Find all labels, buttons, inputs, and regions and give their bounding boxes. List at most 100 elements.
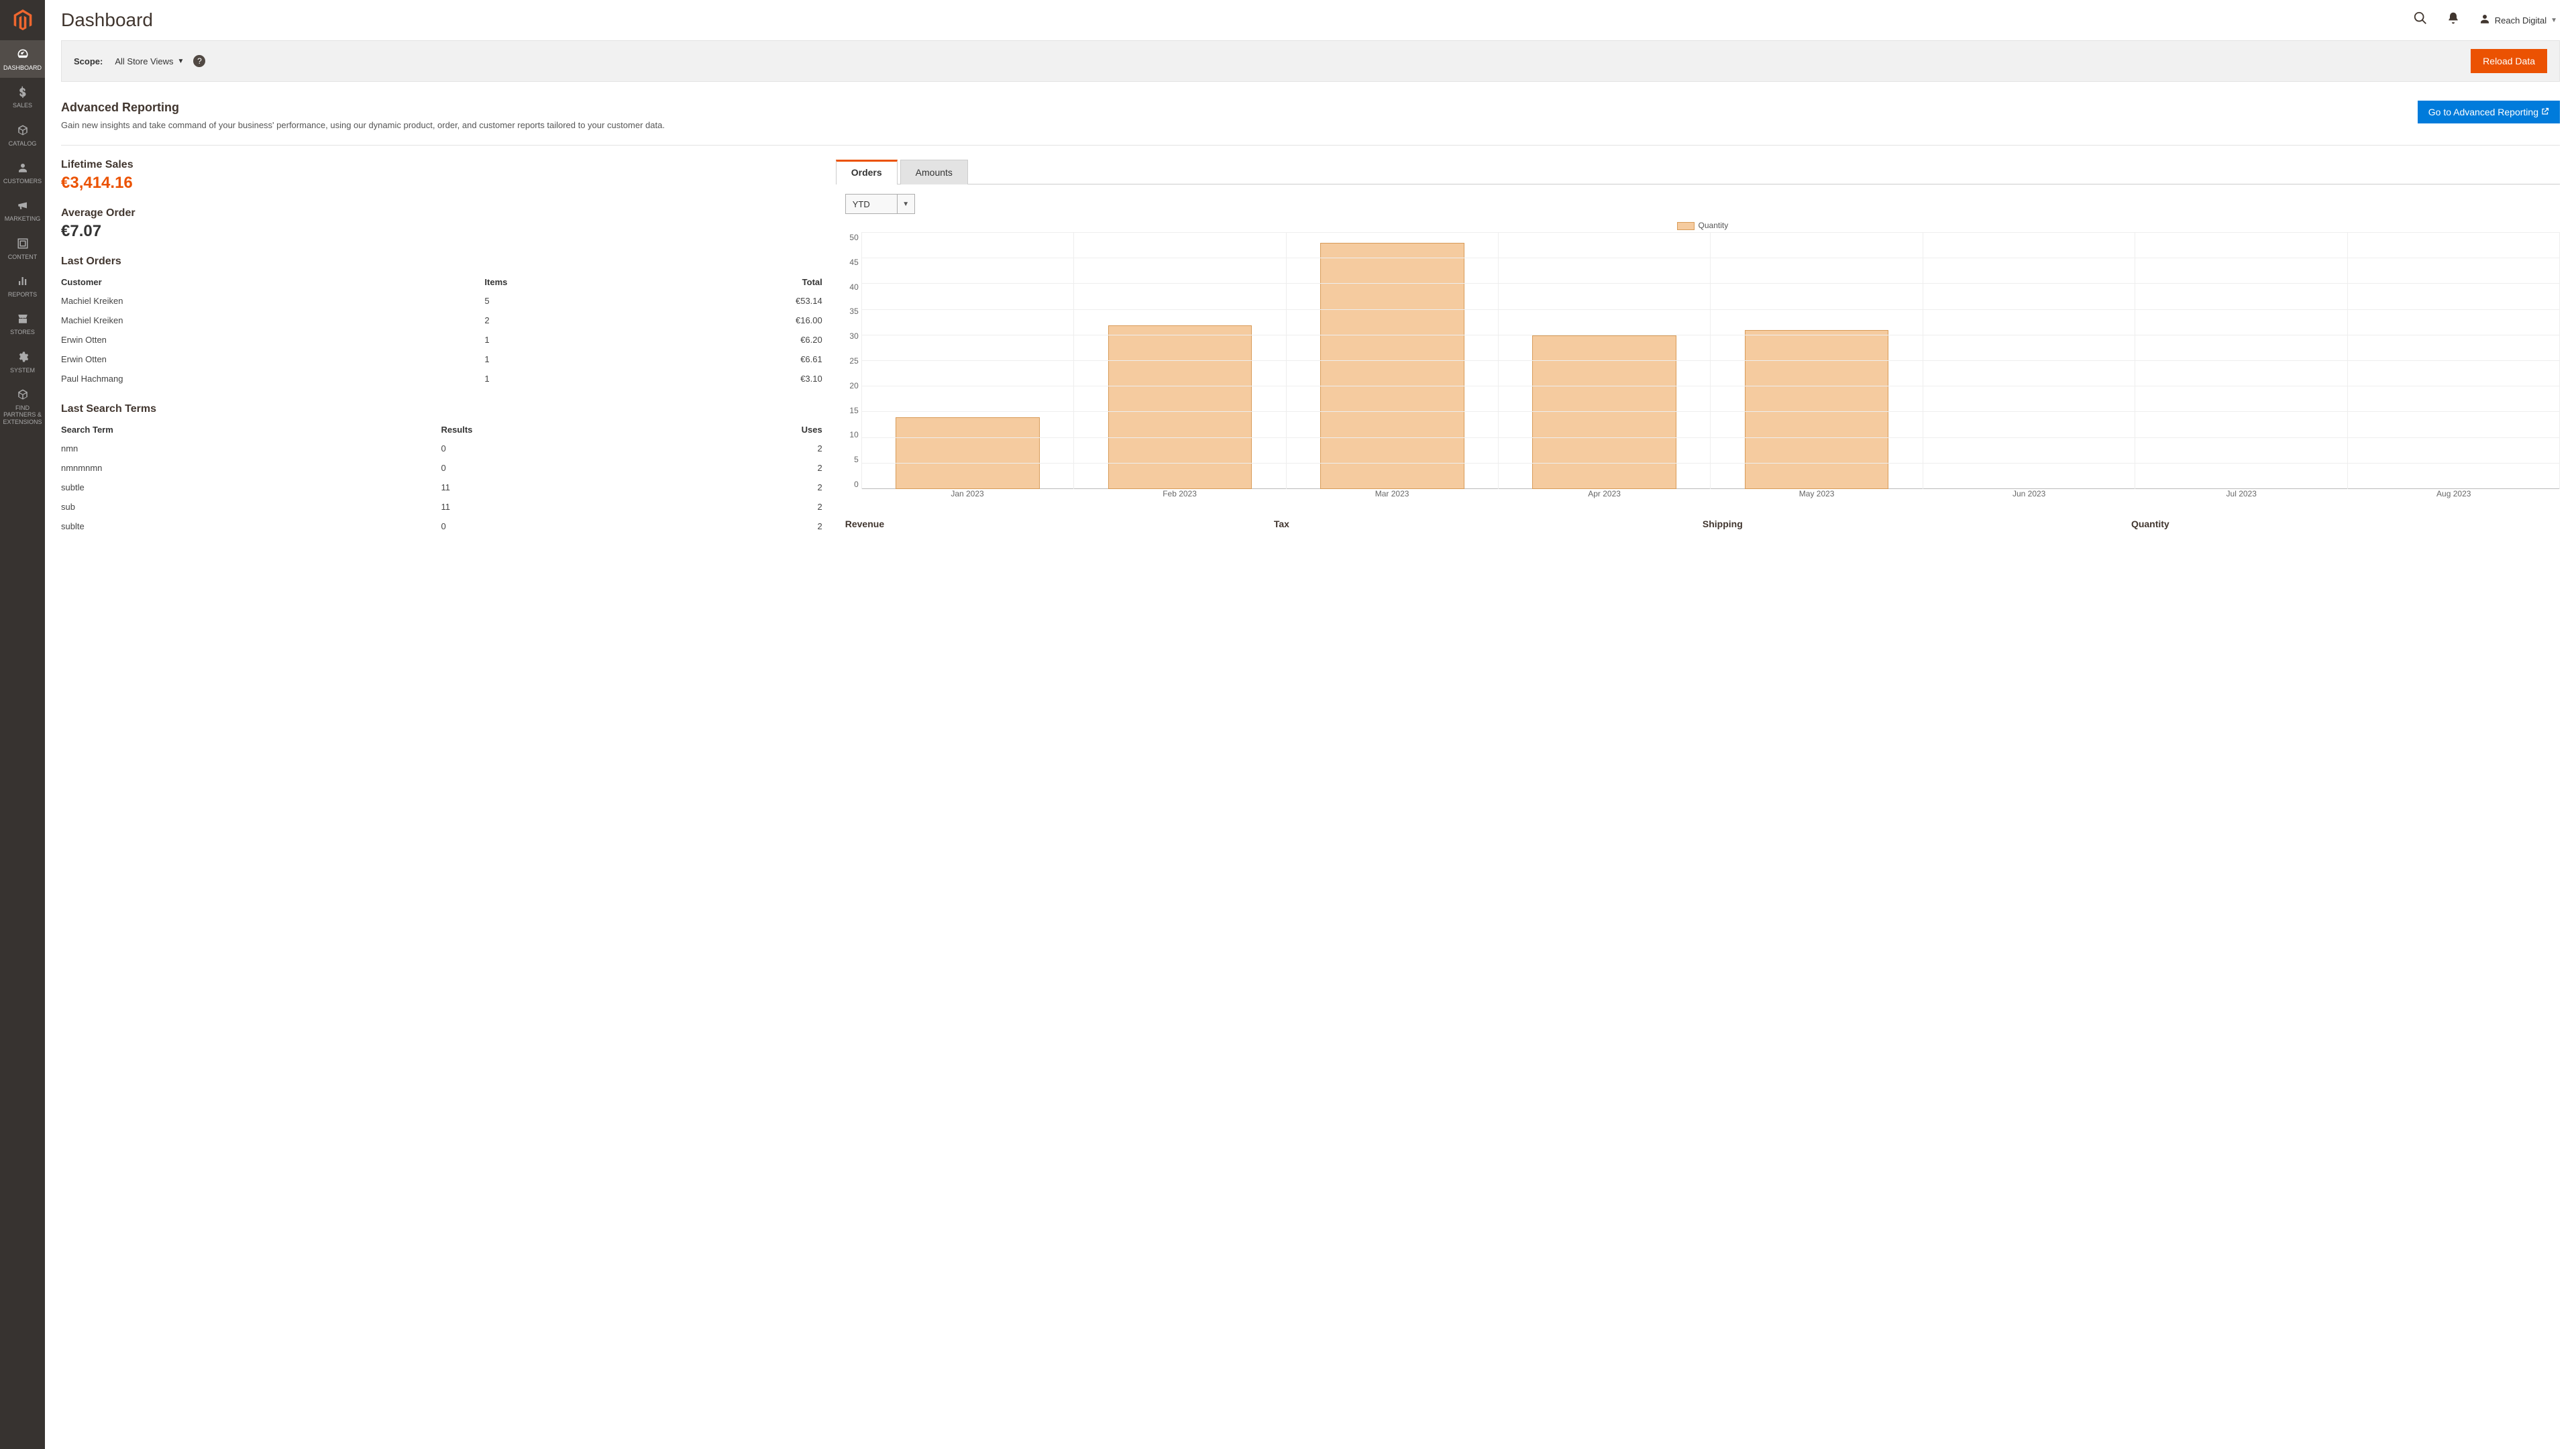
content-icon bbox=[17, 236, 29, 251]
date-range-value: YTD bbox=[846, 195, 897, 213]
y-tick: 15 bbox=[849, 406, 858, 415]
go-to-advanced-reporting-label: Go to Advanced Reporting bbox=[2428, 107, 2538, 117]
y-tick: 30 bbox=[849, 331, 858, 341]
nav-marketing[interactable]: MARKETING bbox=[0, 191, 45, 229]
bar[interactable] bbox=[896, 417, 1039, 489]
x-tick: Jul 2023 bbox=[2135, 489, 2348, 501]
y-axis: 50454035302520151050 bbox=[845, 233, 861, 501]
last-orders-section: Last Orders Customer Items Total Machiel… bbox=[61, 256, 822, 388]
help-icon[interactable]: ? bbox=[193, 55, 205, 67]
nav-sales-label: SALES bbox=[13, 102, 32, 109]
scope-value: All Store Views bbox=[115, 56, 173, 66]
nav-sales[interactable]: SALES bbox=[0, 78, 45, 115]
nav-catalog[interactable]: CATALOG bbox=[0, 116, 45, 154]
external-link-icon bbox=[2541, 107, 2549, 117]
go-to-advanced-reporting-button[interactable]: Go to Advanced Reporting bbox=[2418, 101, 2560, 123]
y-tick: 0 bbox=[854, 480, 859, 489]
tab-amounts[interactable]: Amounts bbox=[900, 160, 968, 184]
reload-data-button[interactable]: Reload Data bbox=[2471, 49, 2547, 73]
last-orders-table: Customer Items Total Machiel Kreiken5€53… bbox=[61, 273, 822, 388]
table-row[interactable]: sub112 bbox=[61, 497, 822, 517]
tab-orders[interactable]: Orders bbox=[836, 160, 898, 184]
table-row[interactable]: nmnmnmn02 bbox=[61, 458, 822, 478]
table-row[interactable]: Machiel Kreiken5€53.14 bbox=[61, 291, 822, 311]
x-tick: Feb 2023 bbox=[1073, 489, 1286, 501]
catalog-icon bbox=[17, 123, 29, 138]
last-search-terms-table: Search Term Results Uses nmn02 nmnmnmn02… bbox=[61, 421, 822, 536]
magento-logo[interactable] bbox=[0, 0, 45, 40]
col-results: Results bbox=[441, 421, 670, 439]
table-row[interactable]: Erwin Otten1€6.20 bbox=[61, 330, 822, 350]
date-range-select[interactable]: YTD ▼ bbox=[845, 194, 915, 214]
scope-label: Scope: bbox=[74, 56, 103, 66]
nav-system[interactable]: SYSTEM bbox=[0, 343, 45, 380]
bar-column bbox=[1711, 233, 1923, 489]
total-shipping-label: Shipping bbox=[1703, 519, 2131, 529]
advanced-reporting-title: Advanced Reporting bbox=[61, 101, 665, 115]
lifetime-sales-metric: Lifetime Sales €3,414.16 bbox=[61, 159, 822, 193]
sales-icon bbox=[17, 85, 29, 99]
last-orders-title: Last Orders bbox=[61, 256, 822, 268]
y-tick: 40 bbox=[849, 282, 858, 292]
notifications-icon[interactable] bbox=[2447, 11, 2460, 29]
bar[interactable] bbox=[1745, 330, 1888, 489]
nav-reports[interactable]: REPORTS bbox=[0, 267, 45, 305]
user-name: Reach Digital bbox=[2495, 15, 2546, 25]
customers-icon bbox=[17, 160, 29, 175]
nav-customers[interactable]: CUSTOMERS bbox=[0, 154, 45, 191]
x-tick: Aug 2023 bbox=[2347, 489, 2560, 501]
nav-partners[interactable]: FIND PARTNERS & EXTENSIONS bbox=[0, 380, 45, 432]
x-tick: Jan 2023 bbox=[861, 489, 1074, 501]
bar-column bbox=[1499, 233, 1711, 489]
admin-sidebar: DASHBOARD SALES CATALOG CUSTOMERS MARKET… bbox=[0, 0, 45, 1449]
page-title: Dashboard bbox=[61, 9, 153, 31]
nav-stores[interactable]: STORES bbox=[0, 305, 45, 342]
y-tick: 20 bbox=[849, 381, 858, 390]
table-row[interactable]: nmn02 bbox=[61, 439, 822, 458]
user-menu[interactable]: Reach Digital ▼ bbox=[2479, 13, 2557, 28]
last-search-terms-section: Last Search Terms Search Term Results Us… bbox=[61, 403, 822, 536]
average-order-value: €7.07 bbox=[61, 222, 822, 241]
nav-dashboard[interactable]: DASHBOARD bbox=[0, 40, 45, 78]
bar[interactable] bbox=[1532, 335, 1676, 489]
nav-marketing-label: MARKETING bbox=[5, 215, 41, 222]
reports-icon bbox=[17, 274, 29, 288]
nav-content-label: CONTENT bbox=[8, 254, 38, 260]
y-tick: 45 bbox=[849, 258, 858, 267]
bar-column bbox=[2348, 233, 2560, 489]
nav-reports-label: REPORTS bbox=[8, 291, 37, 298]
bar-column bbox=[1074, 233, 1286, 489]
lifetime-sales-value: €3,414.16 bbox=[61, 174, 822, 193]
user-icon bbox=[2479, 13, 2491, 28]
col-customer: Customer bbox=[61, 273, 484, 291]
chart-legend: Quantity bbox=[845, 221, 2560, 230]
table-row[interactable]: Erwin Otten1€6.61 bbox=[61, 350, 822, 369]
y-tick: 50 bbox=[849, 233, 858, 242]
bar-column bbox=[1287, 233, 1499, 489]
table-row[interactable]: subtle112 bbox=[61, 478, 822, 497]
search-icon[interactable] bbox=[2413, 11, 2428, 30]
nav-partners-label: FIND PARTNERS & EXTENSIONS bbox=[1, 405, 44, 425]
last-search-terms-title: Last Search Terms bbox=[61, 403, 822, 415]
advanced-reporting-desc: Gain new insights and take command of yo… bbox=[61, 120, 665, 130]
table-row[interactable]: sublte02 bbox=[61, 517, 822, 536]
nav-catalog-label: CATALOG bbox=[9, 140, 37, 147]
x-tick: Apr 2023 bbox=[1498, 489, 1711, 501]
dashboard-icon bbox=[16, 47, 30, 62]
y-tick: 5 bbox=[854, 455, 859, 464]
nav-dashboard-label: DASHBOARD bbox=[3, 64, 42, 71]
table-row[interactable]: Machiel Kreiken2€16.00 bbox=[61, 311, 822, 330]
total-revenue-label: Revenue bbox=[845, 519, 1274, 529]
x-tick: Jun 2023 bbox=[1923, 489, 2135, 501]
bar[interactable] bbox=[1320, 243, 1464, 489]
lifetime-sales-label: Lifetime Sales bbox=[61, 159, 822, 171]
chart-totals: Revenue Tax Shipping Quantity bbox=[836, 519, 2560, 529]
total-tax-label: Tax bbox=[1274, 519, 1703, 529]
nav-stores-label: STORES bbox=[10, 329, 35, 335]
nav-content[interactable]: CONTENT bbox=[0, 229, 45, 267]
chevron-down-icon: ▼ bbox=[2551, 17, 2557, 24]
average-order-metric: Average Order €7.07 bbox=[61, 207, 822, 241]
scope-select[interactable]: All Store Views ▼ bbox=[115, 56, 184, 66]
table-row[interactable]: Paul Hachmang1€3.10 bbox=[61, 369, 822, 388]
bar[interactable] bbox=[1108, 325, 1252, 489]
